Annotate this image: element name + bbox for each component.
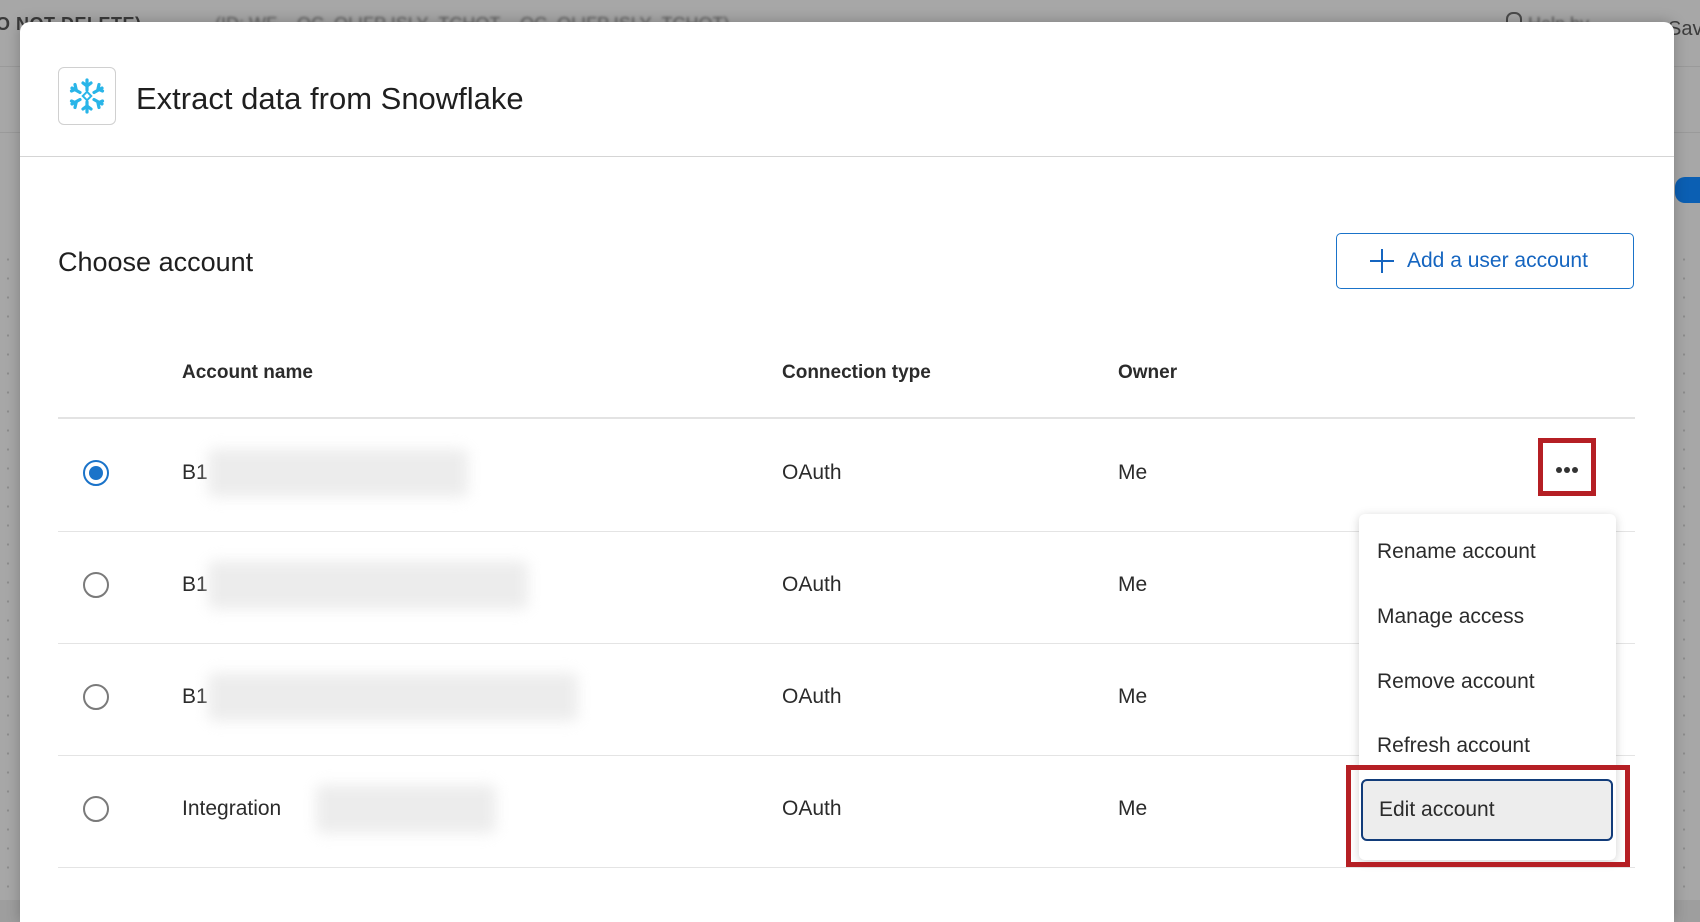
redacted-text xyxy=(208,673,578,721)
more-options-button[interactable] xyxy=(1538,438,1596,496)
account-radio[interactable] xyxy=(83,460,109,486)
background-scroll-dots xyxy=(6,250,10,890)
account-name: B1 xyxy=(182,573,208,596)
more-dots-icon xyxy=(1564,467,1570,473)
connection-type: OAuth xyxy=(782,685,842,708)
account-radio[interactable] xyxy=(83,796,109,822)
menu-item-edit-account[interactable]: Edit account xyxy=(1361,779,1613,841)
connection-type: OAuth xyxy=(782,461,842,484)
column-header-owner: Owner xyxy=(1118,362,1178,383)
modal-title: Extract data from Snowflake xyxy=(136,81,524,116)
redacted-text xyxy=(208,449,468,497)
owner: Me xyxy=(1118,797,1148,820)
menu-item-rename-account[interactable]: Rename account xyxy=(1377,540,1536,564)
more-dots-icon xyxy=(1572,467,1578,473)
column-header-account-name: Account name xyxy=(182,362,313,383)
account-radio[interactable] xyxy=(83,572,109,598)
edit-account-label: Edit account xyxy=(1379,798,1495,821)
account-name: Integration xyxy=(182,797,282,820)
background-toggle xyxy=(1675,177,1700,203)
menu-item-refresh-account[interactable]: Refresh account xyxy=(1377,734,1530,758)
account-radio[interactable] xyxy=(83,684,109,710)
modal-header: Extract data from Snowflake xyxy=(20,22,1674,157)
owner: Me xyxy=(1118,685,1148,708)
background-topbar: O NOT DELETE) (ID: WF__OC_QLIFP ISLY_TCH… xyxy=(0,0,1700,40)
account-name: B1 xyxy=(182,461,208,484)
account-name: B1 xyxy=(182,685,208,708)
more-dots-icon xyxy=(1556,467,1562,473)
column-header-connection-type: Connection type xyxy=(782,362,931,383)
add-user-account-label: Add a user account xyxy=(1407,249,1588,272)
plus-icon xyxy=(1369,248,1395,274)
add-user-account-button[interactable]: Add a user account xyxy=(1336,233,1634,289)
choose-account-heading: Choose account xyxy=(58,247,254,277)
redacted-text xyxy=(208,561,528,609)
connection-type: OAuth xyxy=(782,573,842,596)
snowflake-icon xyxy=(69,78,105,114)
snowflake-logo xyxy=(58,67,116,125)
redacted-text xyxy=(316,785,496,833)
owner: Me xyxy=(1118,461,1148,484)
menu-item-manage-access[interactable]: Manage access xyxy=(1377,605,1524,629)
menu-item-remove-account[interactable]: Remove account xyxy=(1377,670,1535,694)
owner: Me xyxy=(1118,573,1148,596)
connection-type: OAuth xyxy=(782,797,842,820)
background-scroll-dots xyxy=(1682,250,1686,890)
